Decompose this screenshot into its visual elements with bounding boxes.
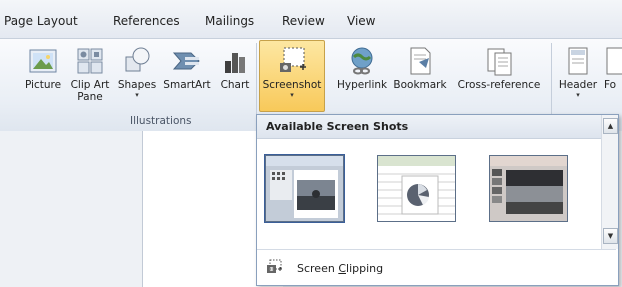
picture-icon: [27, 45, 59, 77]
smartart-button[interactable]: SmartArt: [162, 41, 212, 103]
bookmark-button[interactable]: Bookmark: [393, 41, 447, 103]
tab-references[interactable]: References: [113, 14, 180, 28]
bookmark-label: Bookmark: [393, 79, 447, 91]
header-dropdown-icon: ▾: [576, 91, 580, 99]
scroll-down-button[interactable]: ▼: [603, 228, 618, 244]
chart-icon: [219, 45, 251, 77]
clip-art-label-line2: Pane: [77, 91, 103, 103]
clip-art-button[interactable]: Clip Art Pane: [68, 41, 112, 103]
hyperlink-icon: [346, 45, 378, 77]
hyperlink-label: Hyperlink: [337, 79, 388, 91]
gallery-scrollbar[interactable]: ▲ ▼: [601, 115, 618, 249]
header-icon: [562, 45, 594, 77]
footer-label: Fo: [604, 79, 617, 91]
chart-button[interactable]: Chart: [218, 41, 252, 103]
smartart-icon: [171, 45, 203, 77]
excel-window-thumbnail: [378, 156, 455, 221]
screen-clipping-item[interactable]: Screen Clipping: [257, 249, 616, 285]
shapes-button[interactable]: Shapes ▾: [116, 41, 158, 103]
screen-clipping-icon: [266, 259, 282, 278]
clip-art-label: Clip Art: [70, 79, 110, 91]
header-label: Header: [558, 79, 598, 91]
window-thumbnail-word[interactable]: [264, 154, 345, 223]
header-button[interactable]: Header ▾: [556, 41, 600, 103]
picture-label: Picture: [24, 79, 62, 91]
screenshot-gallery-dropdown: Available Screen Shots ▲ ▼ Screen Clippi…: [256, 114, 619, 286]
footer-icon: [606, 45, 622, 77]
tab-review[interactable]: Review: [282, 14, 325, 28]
hyperlink-button[interactable]: Hyperlink: [337, 41, 387, 103]
footer-button[interactable]: Fo: [604, 41, 622, 103]
screenshot-label: Screenshot: [262, 79, 322, 91]
screen-clipping-label: Screen Clipping: [297, 262, 384, 275]
bookmark-icon: [404, 45, 436, 77]
window-thumbnail-powerpoint[interactable]: [489, 155, 568, 222]
window-thumbnail-excel[interactable]: [377, 155, 456, 222]
smartart-label: SmartArt: [163, 79, 211, 91]
tab-page-layout[interactable]: Page Layout: [4, 14, 78, 28]
chart-label: Chart: [220, 79, 250, 91]
screenshot-icon: [276, 45, 308, 77]
tab-mailings[interactable]: Mailings: [205, 14, 254, 28]
cross-reference-icon: [483, 45, 515, 77]
powerpoint-window-thumbnail: [490, 156, 567, 221]
available-screenshots-header: Available Screen Shots: [257, 115, 602, 139]
scroll-up-button[interactable]: ▲: [603, 118, 618, 134]
clip-art-icon: [74, 45, 106, 77]
tab-view[interactable]: View: [347, 14, 375, 28]
cross-reference-button[interactable]: Cross-reference: [453, 41, 545, 103]
screenshot-dropdown-icon: ▾: [290, 91, 294, 99]
cross-reference-label: Cross-reference: [457, 79, 541, 91]
shapes-icon: [121, 45, 153, 77]
shapes-dropdown-icon: ▾: [135, 91, 139, 99]
ribbon-tab-bar: Page Layout References Mailings Review V…: [0, 0, 622, 38]
screenshot-button[interactable]: Screenshot ▾: [259, 40, 325, 112]
shapes-label: Shapes: [117, 79, 157, 91]
illustrations-group-label: Illustrations: [130, 115, 192, 127]
picture-button[interactable]: Picture: [24, 41, 62, 103]
word-window-thumbnail: [266, 156, 343, 221]
